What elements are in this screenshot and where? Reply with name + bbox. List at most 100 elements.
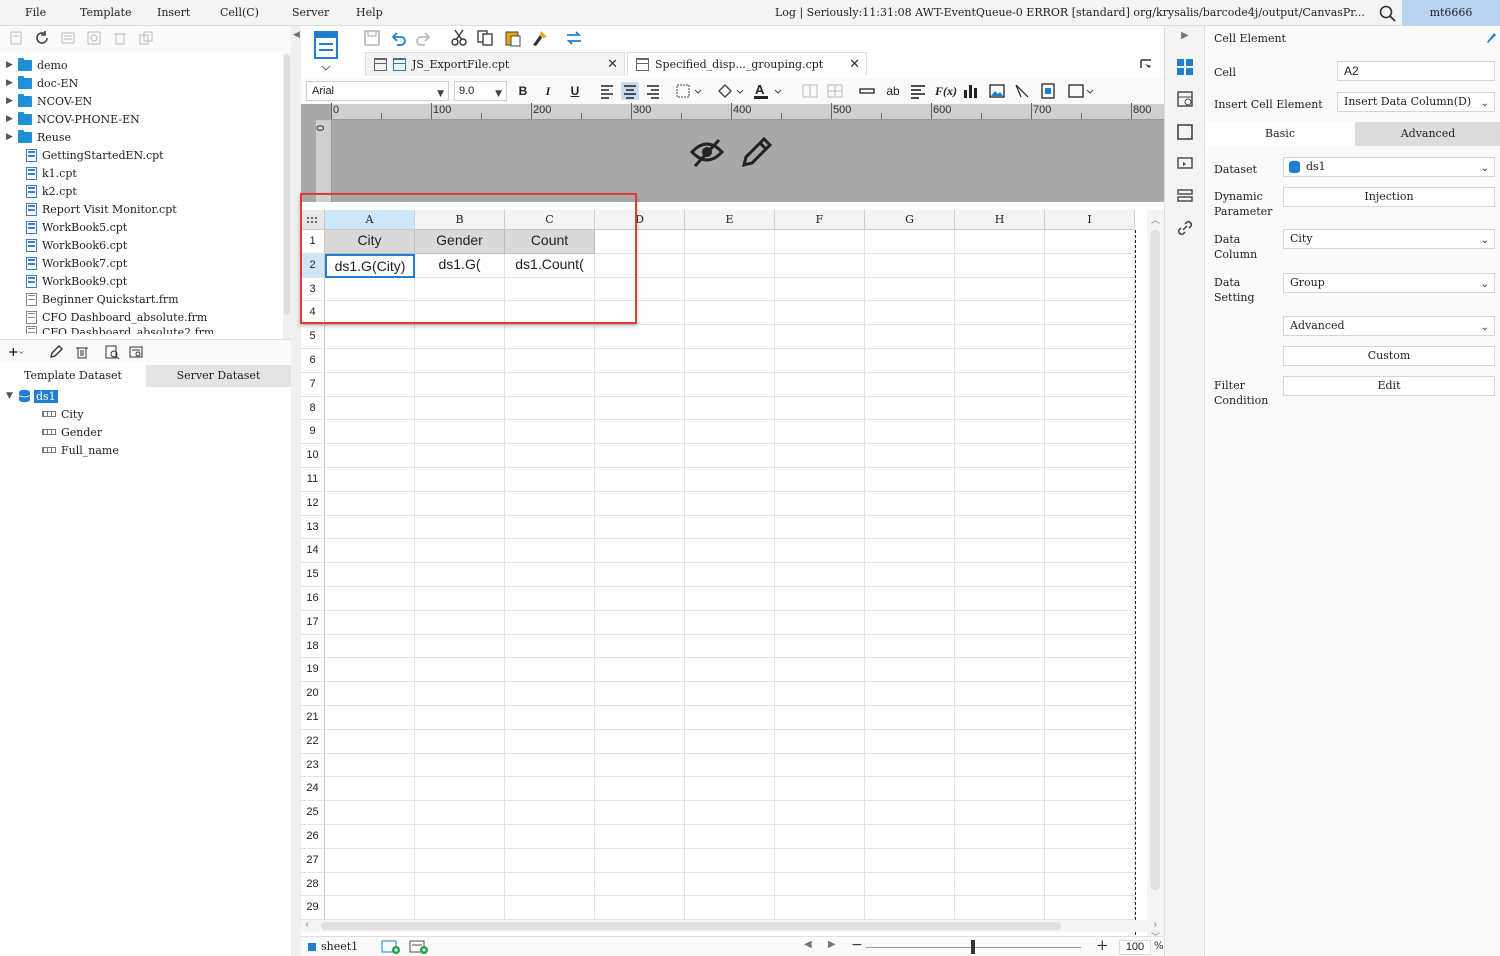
cell-f6[interactable]: [775, 349, 865, 373]
tree-file[interactable]: Report Visit Monitor.cpt: [26, 200, 177, 218]
tree-file[interactable]: WorkBook6.cpt: [26, 236, 127, 254]
cell-e13[interactable]: [685, 515, 775, 540]
zoom-slider-thumb[interactable]: [971, 940, 975, 954]
cell-i22[interactable]: [1045, 729, 1135, 754]
cell-h3[interactable]: [955, 277, 1045, 302]
cell-g27[interactable]: [865, 848, 955, 873]
cell-g15[interactable]: [865, 563, 955, 587]
cell-b19[interactable]: [415, 658, 505, 683]
cell-h7[interactable]: [955, 372, 1045, 397]
cell-f8[interactable]: [775, 396, 865, 421]
cell-d10[interactable]: [595, 444, 685, 468]
new-file-icon[interactable]: [8, 30, 24, 46]
cell-a24[interactable]: [325, 777, 415, 802]
column-header-b[interactable]: B: [415, 210, 505, 230]
search-icon[interactable]: [1378, 4, 1398, 22]
cell-b16[interactable]: [415, 587, 505, 611]
italic-button[interactable]: I: [539, 82, 557, 100]
cell-a11[interactable]: [325, 468, 415, 492]
cell-g7[interactable]: [865, 372, 955, 397]
cell-d23[interactable]: [595, 753, 685, 778]
cell-e28[interactable]: [685, 872, 775, 897]
refresh-icon[interactable]: [34, 30, 50, 46]
cell-c28[interactable]: [505, 872, 595, 897]
tree-file[interactable]: CFO Dashboard_absolute2.frm: [26, 326, 214, 334]
cell-b29[interactable]: [415, 896, 505, 921]
left-splitter[interactable]: ◀: [291, 26, 301, 956]
cell-c8[interactable]: [505, 396, 595, 421]
cell-g12[interactable]: [865, 491, 955, 516]
cell-e9[interactable]: [685, 420, 775, 445]
cell-a19[interactable]: [325, 658, 415, 683]
cell-a26[interactable]: [325, 825, 415, 849]
row-header[interactable]: 7: [301, 372, 325, 397]
align-right-icon[interactable]: [644, 82, 662, 100]
cell-a14[interactable]: [325, 539, 415, 564]
data-column-select[interactable]: City ⌄: [1283, 229, 1495, 249]
cell-g11[interactable]: [865, 468, 955, 492]
delete-dataset-icon[interactable]: [74, 344, 90, 360]
cell-c18[interactable]: [505, 634, 595, 659]
cell-c2[interactable]: ds1.Count(: [505, 253, 595, 278]
cell-h17[interactable]: [955, 610, 1045, 635]
cell-d16[interactable]: [595, 587, 685, 611]
cell-f26[interactable]: [775, 825, 865, 849]
column-header-e[interactable]: E: [685, 210, 775, 230]
tree-file[interactable]: CFO Dashboard_absolute.frm: [26, 308, 207, 326]
insert-subreport-icon[interactable]: [1039, 82, 1057, 100]
cell-g16[interactable]: [865, 587, 955, 611]
rich-text-icon[interactable]: ab: [884, 82, 902, 100]
cell-c14[interactable]: [505, 539, 595, 564]
cell-g10[interactable]: [865, 444, 955, 468]
cell-c6[interactable]: [505, 349, 595, 373]
cell-g23[interactable]: [865, 753, 955, 778]
cell-b22[interactable]: [415, 729, 505, 754]
dataset-node-ds1[interactable]: ▼ ds1: [6, 387, 58, 405]
cell-i14[interactable]: [1045, 539, 1135, 564]
cell-e29[interactable]: [685, 896, 775, 921]
cell-i5[interactable]: [1045, 325, 1135, 349]
settings-icon[interactable]: [86, 30, 102, 46]
row-header[interactable]: 12: [301, 491, 325, 516]
cell-f24[interactable]: [775, 777, 865, 802]
column-header-h[interactable]: H: [955, 210, 1045, 230]
delete-icon[interactable]: [112, 30, 128, 46]
user-badge[interactable]: mt6666: [1402, 0, 1500, 26]
cell-d8[interactable]: [595, 396, 685, 421]
cell-g2[interactable]: [865, 253, 955, 278]
cell-a13[interactable]: [325, 515, 415, 540]
cell-e14[interactable]: [685, 539, 775, 564]
cell-e12[interactable]: [685, 491, 775, 516]
scroll-up-icon[interactable]: ︿: [1151, 213, 1160, 226]
cell-g8[interactable]: [865, 396, 955, 421]
show-all-icon[interactable]: [60, 30, 76, 46]
cell-c11[interactable]: [505, 468, 595, 492]
cell-h14[interactable]: [955, 539, 1045, 564]
split-cells-icon[interactable]: [826, 82, 844, 100]
cell-i24[interactable]: [1045, 777, 1135, 802]
zoom-in-icon[interactable]: +: [1096, 936, 1109, 954]
close-icon[interactable]: ✕: [607, 57, 618, 72]
cell-b5[interactable]: [415, 325, 505, 349]
cell-e16[interactable]: [685, 587, 775, 611]
row-header[interactable]: 19: [301, 658, 325, 683]
cell-a29[interactable]: [325, 896, 415, 921]
cell-i26[interactable]: [1045, 825, 1135, 849]
cell-h18[interactable]: [955, 634, 1045, 659]
tab-advanced[interactable]: Advanced: [1355, 122, 1500, 146]
row-header[interactable]: 14: [301, 539, 325, 564]
tree-file[interactable]: k2.cpt: [26, 182, 77, 200]
cell-i4[interactable]: [1045, 301, 1135, 326]
row-header[interactable]: 6: [301, 349, 325, 373]
cell-a5[interactable]: [325, 325, 415, 349]
cell-b2[interactable]: ds1.G(: [415, 253, 505, 278]
tab-server-dataset[interactable]: Server Dataset: [146, 365, 291, 387]
row-header[interactable]: 1: [301, 230, 325, 254]
scroll-right-icon[interactable]: ›: [1153, 918, 1157, 931]
cell-g26[interactable]: [865, 825, 955, 849]
cell-d29[interactable]: [595, 896, 685, 921]
cell-a21[interactable]: [325, 706, 415, 730]
cell-b12[interactable]: [415, 491, 505, 516]
align-left-icon[interactable]: [598, 82, 616, 100]
cell-f25[interactable]: [775, 801, 865, 825]
